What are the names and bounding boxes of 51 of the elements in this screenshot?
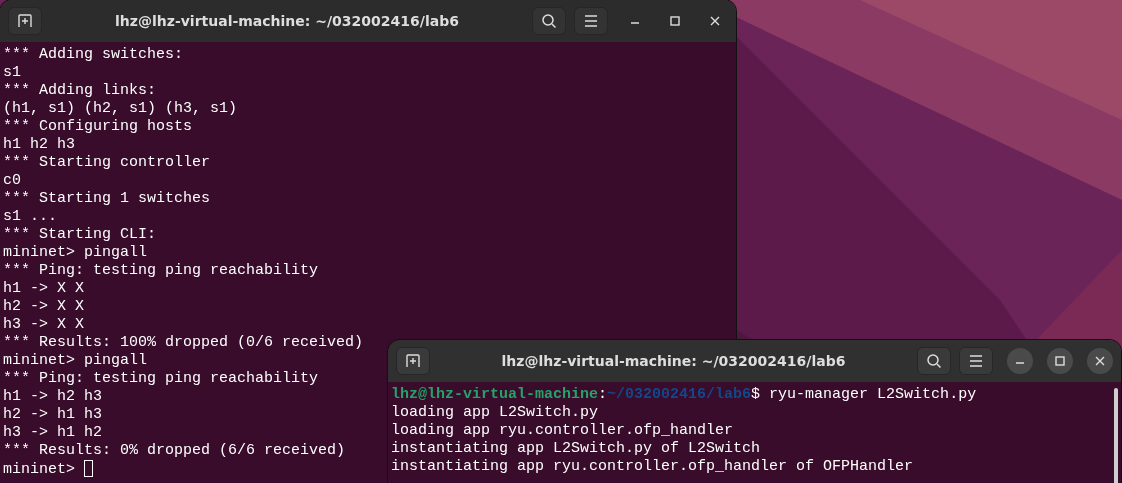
terminal-line: h2 -> X X [3, 298, 84, 315]
terminal-line: loading app L2Switch.py [391, 404, 599, 421]
menu-button[interactable] [574, 7, 608, 35]
new-tab-button[interactable] [396, 347, 430, 375]
maximize-button[interactable] [1047, 348, 1073, 374]
terminal-line: h2 -> h1 h3 [3, 406, 103, 423]
window-title: lhz@lhz-virtual-machine: ~/032002416/lab6 [114, 13, 460, 29]
terminal-line: (h1, s1) (h2, s1) (h3, s1) [3, 100, 238, 117]
close-button[interactable] [1087, 348, 1113, 374]
terminal-line: *** Results: 0% dropped (6/6 received) [3, 442, 346, 459]
search-icon [541, 13, 557, 29]
terminal-line: *** Adding links: [3, 82, 157, 99]
menu-button[interactable] [959, 347, 993, 375]
scrollbar[interactable] [1114, 388, 1118, 483]
terminal-line: h3 -> h1 h2 [3, 424, 103, 441]
menu-icon [584, 15, 598, 27]
terminal-line: mininet> pingall [3, 352, 148, 369]
terminal-line: mininet> pingall [3, 244, 148, 261]
terminal-line: *** Results: 100% dropped (0/6 received) [3, 334, 364, 351]
menu-icon [969, 355, 983, 367]
terminal-line: h3 -> X X [3, 316, 84, 333]
terminal-line: instantiating app L2Switch.py of L2Switch [391, 440, 761, 457]
terminal-line: mininet> [3, 461, 75, 478]
terminal-line: h1 -> X X [3, 280, 84, 297]
terminal-line: c0 [3, 172, 21, 189]
terminal-line: *** Ping: testing ping reachability [3, 262, 319, 279]
new-tab-icon [17, 13, 33, 29]
close-icon [710, 16, 720, 26]
search-icon [926, 353, 942, 369]
new-tab-button[interactable] [8, 7, 42, 35]
window-title: lhz@lhz-virtual-machine: ~/032002416/lab6 [500, 353, 847, 369]
terminal-line: loading app ryu.controller.ofp_handler [391, 422, 734, 439]
terminal-line: *** Adding switches: [3, 46, 184, 63]
terminal-line: *** Ping: testing ping reachability [3, 370, 319, 387]
close-icon [1095, 356, 1105, 366]
new-tab-icon [405, 353, 421, 369]
terminal-line: lhz@lhz-virtual-machine:~/032002416/lab6$ ryu-manager L2Switch.py [391, 386, 977, 403]
search-button[interactable] [532, 7, 566, 35]
terminal-line: instantiating app ryu.controller.ofp_handler of OFPHandler [391, 458, 914, 475]
terminal-line: h1 h2 h3 [3, 136, 75, 153]
terminal-line: s1 [3, 64, 21, 81]
terminal-line: *** Starting 1 switches [3, 190, 211, 207]
terminal-line: *** Starting controller [3, 154, 211, 171]
terminal-line: *** Starting CLI: [3, 226, 157, 243]
maximize-icon [1055, 356, 1065, 366]
minimize-button[interactable] [1007, 348, 1033, 374]
maximize-icon [670, 16, 680, 26]
search-button[interactable] [917, 347, 951, 375]
terminal-line: *** Configuring hosts [3, 118, 193, 135]
terminal-line: s1 ... [3, 208, 57, 225]
terminal-line: h1 -> h2 h3 [3, 388, 103, 405]
